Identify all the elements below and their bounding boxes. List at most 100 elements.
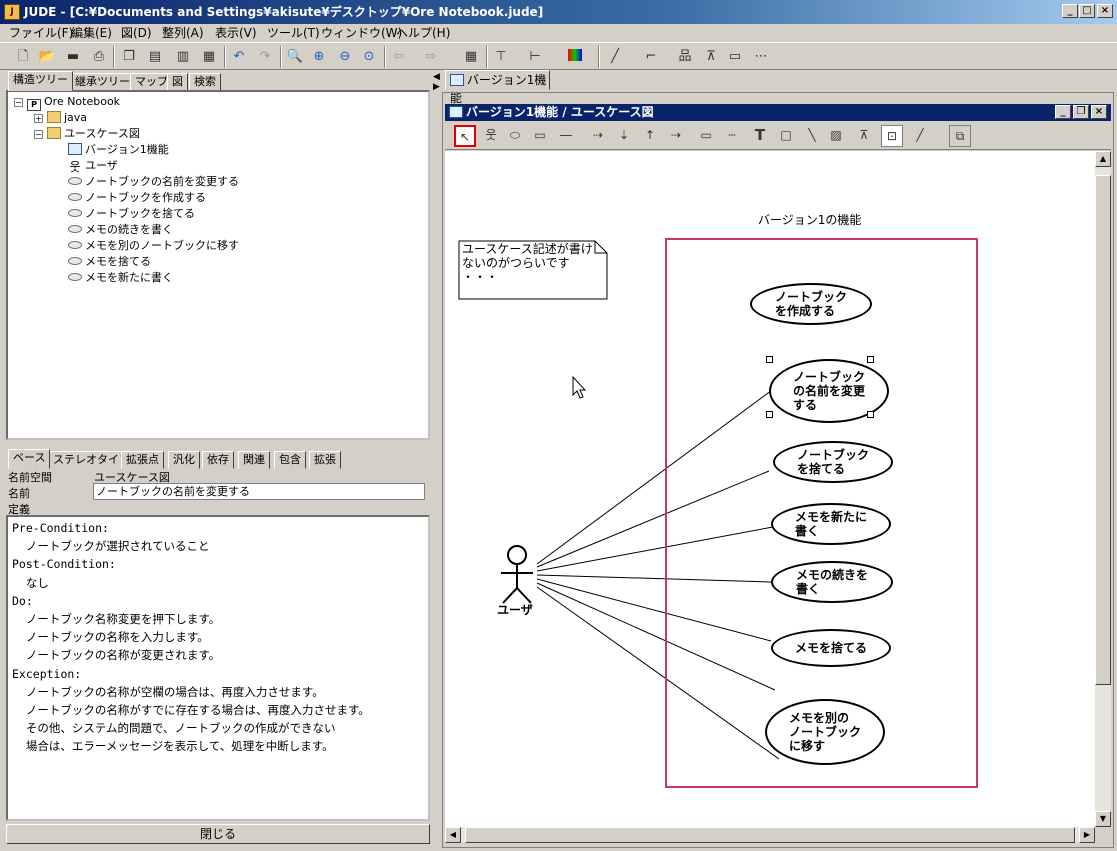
diagram-canvas[interactable]: バージョン1の機能 ユースケース記述が書け ないのがつらいです ・・・ ユーザ …: [445, 151, 1095, 827]
zoom-in-icon[interactable]: ⊕: [308, 46, 330, 68]
tab-structure-tree[interactable]: 構造ツリー: [8, 71, 73, 91]
zoom-reset-icon[interactable]: ⊙: [358, 46, 380, 68]
association-icon[interactable]: ―: [555, 125, 577, 147]
new-file-icon[interactable]: 🗋: [12, 46, 34, 68]
shape-icon[interactable]: ▭: [724, 46, 746, 68]
paste-diagram-icon[interactable]: ▦: [198, 46, 220, 68]
menu-align[interactable]: 整列(A): [159, 24, 207, 42]
usecase-create-notebook[interactable]: ノートブック を作成する: [750, 283, 872, 325]
menu-help[interactable]: ヘルプ(H): [393, 24, 453, 42]
tab-inheritance-tree[interactable]: 継承ツリー: [70, 73, 135, 91]
line-style-icon[interactable]: ╱: [909, 125, 931, 147]
scroll-down-icon[interactable]: ▼: [1095, 811, 1111, 827]
scroll-right-icon[interactable]: ▶: [1079, 827, 1095, 843]
selection-handle[interactable]: [766, 411, 773, 418]
inner-close-button[interactable]: ×: [1091, 105, 1107, 119]
print-icon[interactable]: ⎙: [88, 46, 110, 68]
tree-item-usecase[interactable]: メモの続きを書く: [68, 222, 173, 238]
include-icon[interactable]: ⇣: [613, 125, 635, 147]
tree-item-usecase[interactable]: ノートブックを作成する: [68, 190, 206, 206]
undo-icon[interactable]: ↶: [228, 46, 250, 68]
note-icon[interactable]: ▭: [695, 125, 717, 147]
system-boundary-icon[interactable]: ▭: [529, 125, 551, 147]
hierarchy-icon[interactable]: ⊼: [700, 46, 722, 68]
scroll-left-icon[interactable]: ◀: [445, 827, 461, 843]
selection-handle[interactable]: [867, 356, 874, 363]
forward-icon[interactable]: ⇨: [420, 46, 442, 68]
tab-association[interactable]: 関連: [238, 451, 270, 469]
paste-icon[interactable]: ▤: [144, 46, 166, 68]
menu-diagram[interactable]: 図(D): [118, 24, 155, 42]
maximize-button[interactable]: □: [1079, 4, 1095, 18]
grid-icon[interactable]: ▦: [460, 46, 482, 68]
horizontal-scrollbar[interactable]: ◀ ▶: [445, 827, 1095, 843]
tree-item-usecase[interactable]: メモを別のノートブックに移す: [68, 238, 239, 254]
zoom-out-icon[interactable]: ⊖: [334, 46, 356, 68]
line-icon[interactable]: ╱: [604, 46, 626, 68]
align-left-icon[interactable]: ⊢: [524, 46, 546, 68]
tree-item-usecase[interactable]: メモを捨てる: [68, 254, 151, 270]
copy-diagram-icon[interactable]: ▥: [172, 46, 194, 68]
snap-icon[interactable]: ⊡: [881, 125, 903, 147]
tree-layout-icon[interactable]: 品: [674, 46, 696, 68]
more-icon[interactable]: ⋯: [750, 46, 772, 68]
tab-generalization[interactable]: 汎化: [168, 451, 200, 469]
usecase-write-new-memo[interactable]: メモを新たに 書く: [771, 503, 891, 545]
generalization-icon[interactable]: ↑: [639, 125, 661, 147]
menu-tools[interactable]: ツール(T): [264, 24, 323, 42]
tree-item-diagram[interactable]: バージョン1機能: [68, 142, 169, 158]
color-icon[interactable]: [564, 46, 586, 68]
tree-root[interactable]: − P Ore Notebook: [14, 94, 120, 111]
copy-icon[interactable]: ❐: [118, 46, 140, 68]
inner-minimize-button[interactable]: _: [1055, 105, 1071, 119]
tab-document[interactable]: バージョン1機能: [445, 70, 550, 105]
tab-extend[interactable]: 拡張: [309, 451, 341, 469]
minimize-button[interactable]: _: [1062, 4, 1078, 18]
usecase-discard-memo[interactable]: メモを捨てる: [771, 629, 891, 667]
tab-search[interactable]: 検索: [189, 73, 221, 91]
scroll-up-icon[interactable]: ▲: [1095, 151, 1111, 167]
inner-restore-button[interactable]: ❐: [1073, 105, 1089, 119]
back-icon[interactable]: ⇦: [388, 46, 410, 68]
tab-include[interactable]: 包含: [274, 451, 306, 469]
selection-handle[interactable]: [766, 356, 773, 363]
menu-file[interactable]: ファイル(F): [6, 24, 76, 42]
tree-item-usecase[interactable]: メモを新たに書く: [68, 270, 173, 286]
select-icon[interactable]: ↖: [454, 125, 476, 147]
menu-view[interactable]: 表示(V): [212, 24, 260, 42]
note-anchor-icon[interactable]: ┄: [721, 125, 743, 147]
definition-textarea[interactable]: Pre-Condition: ノートブックが選択されていること Post-Con…: [6, 515, 430, 821]
line-style-icon[interactable]: ⌐: [640, 46, 662, 68]
tree-folder-java[interactable]: + java: [34, 110, 87, 126]
tree-folder-usecase[interactable]: − ユースケース図: [34, 126, 140, 142]
pin-icon[interactable]: ⊼: [853, 125, 875, 147]
line-tool-icon[interactable]: ╲: [801, 125, 823, 147]
redo-icon[interactable]: ↷: [254, 46, 276, 68]
usecase-tool-icon[interactable]: ⬭: [504, 125, 526, 147]
close-panel-button[interactable]: 閉じる: [6, 824, 430, 844]
text-tool-icon[interactable]: T: [749, 125, 771, 147]
usecase-continue-memo[interactable]: メモの続きを 書く: [771, 561, 893, 603]
dependency-icon[interactable]: ⇢: [665, 125, 687, 147]
align-top-icon[interactable]: ⊤: [490, 46, 512, 68]
image-icon[interactable]: ▨: [825, 125, 847, 147]
tab-diagram[interactable]: 図: [167, 73, 188, 91]
layer-icon[interactable]: ⧉: [949, 125, 971, 147]
splitter[interactable]: ◀ ▶: [432, 70, 440, 850]
name-field[interactable]: ノートブックの名前を変更する: [93, 483, 425, 500]
menu-edit[interactable]: 編集(E): [68, 24, 115, 42]
vertical-scrollbar[interactable]: ▲ ▼: [1095, 151, 1111, 827]
tree-item-usecase[interactable]: ノートブックを捨てる: [68, 206, 195, 222]
usecase-move-memo[interactable]: メモを別の ノートブック に移す: [765, 699, 885, 765]
actor-tool-icon[interactable]: 웃: [480, 125, 502, 147]
tab-dependency[interactable]: 依存: [202, 451, 234, 469]
tree-item-usecase[interactable]: ノートブックの名前を変更する: [68, 174, 239, 190]
close-button[interactable]: ×: [1097, 4, 1113, 18]
usecase-discard-notebook[interactable]: ノートブック を捨てる: [773, 441, 893, 483]
tab-extension-point[interactable]: 拡張点: [121, 451, 164, 469]
vertical-scroll-thumb[interactable]: [1095, 175, 1111, 685]
selection-handle[interactable]: [867, 411, 874, 418]
horizontal-scroll-thumb[interactable]: [465, 827, 1075, 843]
extend-icon[interactable]: ⇢: [587, 125, 609, 147]
save-icon[interactable]: ▬: [62, 46, 84, 68]
